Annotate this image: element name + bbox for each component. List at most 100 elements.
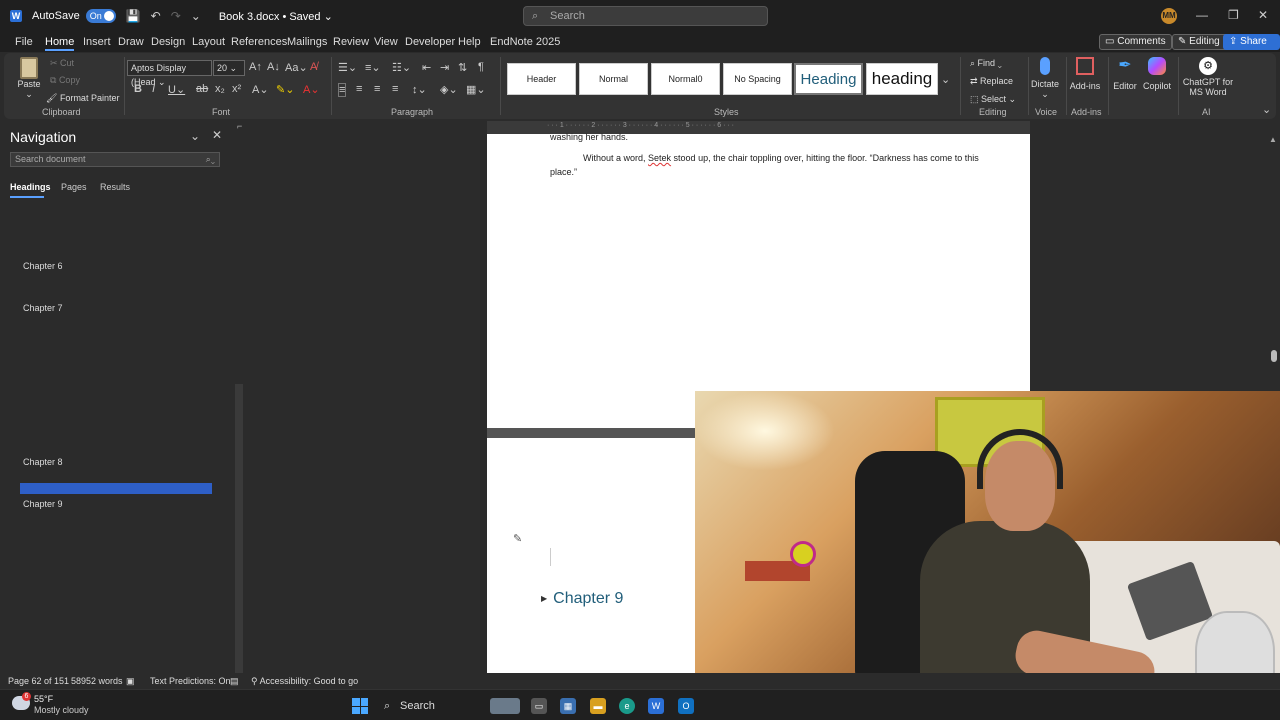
grow-font-icon[interactable]: A↑ (249, 61, 262, 73)
clear-formatting-icon[interactable]: A̸ (310, 61, 317, 73)
accessibility-status[interactable]: ⚲ Accessibility: Good to go (251, 676, 358, 687)
highlight-icon[interactable]: ✎⌄ (276, 83, 294, 96)
nav-heading-chapter-7[interactable]: Chapter 7 (23, 303, 63, 313)
style-heading-lower[interactable]: heading (866, 63, 938, 95)
nav-heading-chapter-6[interactable]: Chapter 6 (23, 261, 63, 271)
strikethrough-icon[interactable]: ab (196, 83, 208, 95)
tab-file[interactable]: File (15, 36, 33, 48)
shading-icon[interactable]: ◈⌄ (440, 83, 458, 96)
style-no-spacing[interactable]: No Spacing (723, 63, 792, 95)
scroll-up-icon[interactable]: ▲ (1269, 135, 1277, 144)
taskbar-search[interactable]: ⌕ Search (378, 695, 478, 717)
close-icon[interactable]: ✕ (1258, 8, 1268, 22)
tab-selector[interactable]: ⌐ (237, 121, 242, 131)
superscript-icon[interactable]: x² (232, 83, 241, 95)
nav-heading-chapter-9[interactable]: Chapter 9 (23, 499, 63, 509)
subscript-icon[interactable]: x₂ (215, 83, 225, 95)
font-color-icon[interactable]: A⌄ (303, 83, 320, 96)
chapter-heading[interactable]: ▶ Chapter 9 (541, 590, 623, 608)
line-spacing-icon[interactable]: ↕⌄ (412, 83, 427, 96)
addins-button[interactable]: Add-ins (1068, 57, 1102, 91)
task-view-icon[interactable]: ▭ (531, 698, 547, 714)
tab-headings[interactable]: Headings (10, 182, 51, 192)
justify-icon[interactable]: ≡ (392, 83, 398, 95)
styles-more-icon[interactable]: ⌄ (941, 73, 950, 86)
tab-help[interactable]: Help (458, 36, 481, 48)
chatgpt-button[interactable]: ⚙ ChatGPT for MS Word (1180, 57, 1236, 97)
style-normal0[interactable]: Normal0 (651, 63, 720, 95)
increase-indent-icon[interactable]: ⇥ (440, 61, 449, 74)
document-title[interactable]: Book 3.docx • Saved ⌄ (219, 10, 333, 23)
replace-button[interactable]: ⇄ Replace (970, 76, 1013, 87)
tab-developer[interactable]: Developer (405, 36, 455, 48)
comments-button[interactable]: ▭ Comments (1099, 34, 1172, 50)
tab-review[interactable]: Review (333, 36, 369, 48)
search-document-input[interactable]: Search document ⌕⌄ (10, 152, 220, 167)
tab-insert[interactable]: Insert (83, 36, 111, 48)
share-button[interactable]: ⇪ Share ⌄ (1223, 34, 1280, 61)
collapse-triangle-icon[interactable]: ▶ (541, 594, 547, 603)
style-heading[interactable]: Heading (794, 63, 863, 95)
decrease-indent-icon[interactable]: ⇤ (422, 61, 431, 74)
borders-icon[interactable]: ▦⌄ (466, 83, 486, 96)
start-button[interactable] (352, 698, 368, 714)
redo-icon[interactable]: ↷ (171, 9, 181, 23)
tab-endnote[interactable]: EndNote 2025 (490, 36, 560, 48)
align-right-icon[interactable]: ≡ (374, 83, 380, 95)
change-case-icon[interactable]: Aa⌄ (285, 61, 308, 74)
text-effects-icon[interactable]: A⌄ (252, 83, 269, 96)
focus-icon[interactable]: ▤ (230, 676, 239, 687)
file-explorer-icon[interactable]: ▬ (590, 698, 606, 714)
find-button[interactable]: ⌕ Find ⌄ (970, 58, 1002, 69)
avatar[interactable]: MM (1161, 8, 1177, 24)
document-page[interactable]: washing her hands. Without a word, Setek… (487, 132, 1030, 428)
numbering-icon[interactable]: ≡⌄ (365, 61, 381, 74)
weather-text[interactable]: Mostly cloudy (34, 705, 89, 715)
tab-design[interactable]: Design (151, 36, 185, 48)
bold-icon[interactable]: B (134, 83, 142, 95)
tab-results[interactable]: Results (100, 182, 130, 192)
tab-home[interactable]: Home (45, 36, 75, 51)
underline-icon[interactable]: U⌄ (168, 83, 185, 96)
paste-button[interactable]: Paste ⌄ (16, 57, 42, 100)
proofing-icon[interactable]: ▣ (126, 676, 135, 687)
font-name-select[interactable]: Aptos Display (Head ⌄ (127, 60, 212, 87)
autosave-toggle[interactable]: On (85, 9, 116, 23)
nav-heading-chapter-8[interactable]: Chapter 8 (23, 457, 63, 467)
outlook-icon[interactable]: O (678, 698, 694, 714)
scroll-thumb[interactable] (1271, 350, 1277, 362)
dictate-button[interactable]: Dictate ⌄ (1030, 57, 1060, 100)
navigation-scrollbar[interactable] (235, 384, 243, 674)
collapse-ribbon-icon[interactable]: ⌄ (1262, 103, 1271, 116)
word-count[interactable]: 58952 words (71, 676, 123, 686)
close-pane-icon[interactable]: ✕ (212, 128, 222, 142)
style-normal[interactable]: Normal (579, 63, 648, 95)
search-input[interactable]: ⌕ Search (523, 6, 768, 26)
tab-pages[interactable]: Pages (61, 182, 87, 192)
save-icon[interactable]: 💾 (126, 9, 141, 23)
restore-icon[interactable]: ❐ (1228, 8, 1239, 22)
tab-draw[interactable]: Draw (118, 36, 144, 48)
store-icon[interactable]: ▦ (560, 698, 576, 714)
pane-options-icon[interactable]: ⌄ (190, 129, 200, 143)
text-predictions[interactable]: Text Predictions: On (150, 676, 231, 686)
tab-mailings[interactable]: Mailings (287, 36, 327, 48)
word-taskbar-icon[interactable]: W (648, 698, 664, 714)
style-header[interactable]: Header (507, 63, 576, 95)
edge-icon[interactable]: e (619, 698, 635, 714)
multilevel-list-icon[interactable]: ☷⌄ (392, 61, 411, 74)
copilot-button[interactable]: Copilot (1140, 57, 1174, 91)
editor-button[interactable]: ✒ Editor (1110, 57, 1140, 91)
format-painter-button[interactable]: 🖌 Format Painter (46, 93, 119, 104)
sort-icon[interactable]: ⇅ (458, 61, 467, 74)
font-size-select[interactable]: 20 ⌄ (213, 60, 245, 76)
customize-toolbar-icon[interactable]: ⌄ (191, 9, 201, 23)
document-page-next[interactable]: ✎ (487, 438, 695, 673)
italic-icon[interactable]: I (152, 83, 155, 95)
nav-selected-heading[interactable] (20, 483, 212, 494)
shrink-font-icon[interactable]: A↓ (267, 61, 280, 73)
align-left-icon[interactable]: ≡ (338, 83, 347, 97)
copy-button[interactable]: ⧉ Copy (50, 75, 80, 86)
bullets-icon[interactable]: ☰⌄ (338, 61, 357, 74)
show-marks-icon[interactable]: ¶ (478, 61, 484, 73)
